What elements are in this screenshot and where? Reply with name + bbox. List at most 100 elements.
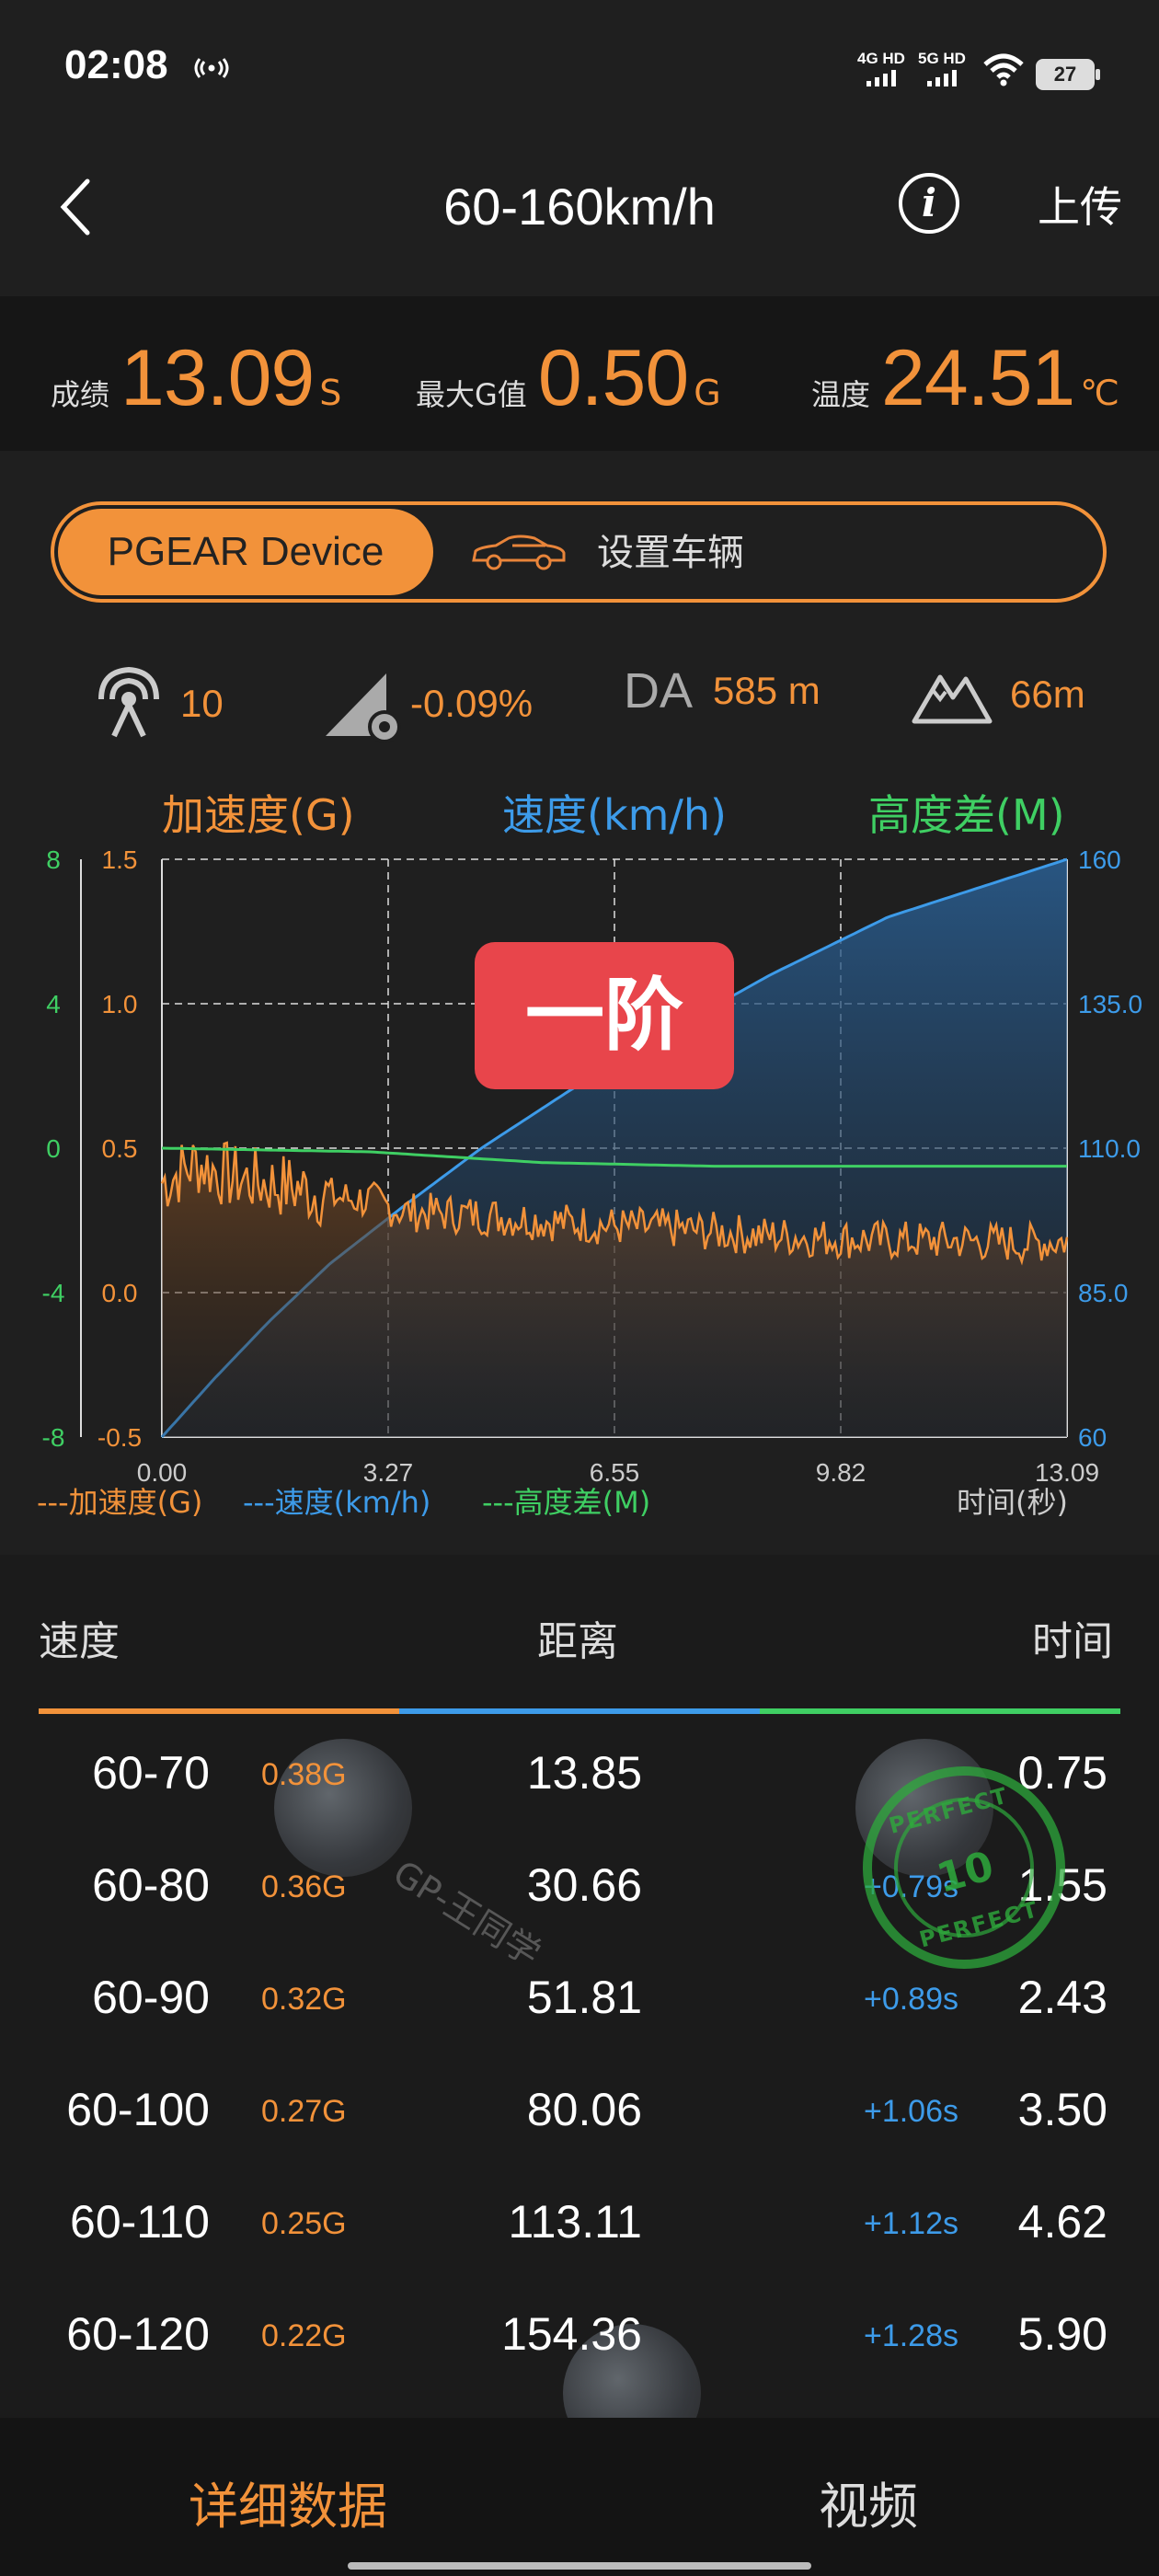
battery-icon: 27: [1036, 59, 1100, 90]
legend-speed: ---速度(km/h): [243, 1485, 431, 1520]
chart-title-accel: 加速度(G): [162, 790, 355, 840]
performance-chart: 1.5 1.0 0.5 0.0 -0.5 8 4 0 -4 -8 160 135.0 110.0 85.0…: [0, 845, 1159, 1527]
density-altitude-stat: DA 585 m: [624, 662, 820, 719]
score-label: 成绩: [51, 377, 110, 412]
satellite-antenna-icon: [98, 666, 159, 738]
page-title: 60-160km/h: [443, 178, 716, 236]
signal-4g-icon: 4G HD: [857, 50, 905, 86]
altitude-value: 66m: [1010, 673, 1085, 716]
slope-stat: -0.09%: [322, 662, 533, 745]
row-g-value: 0.36G: [261, 1869, 347, 1904]
home-indicator[interactable]: [348, 2562, 811, 2570]
tab-video[interactable]: 视频: [819, 2466, 918, 2538]
device-tab[interactable]: PGEAR Device: [58, 509, 433, 595]
score-value: 13.09: [120, 334, 315, 422]
row-distance: 51.81: [526, 1972, 642, 2023]
max-g-value: 0.50: [537, 334, 689, 422]
accel-tick-label: 0.0: [102, 1279, 138, 1307]
nav-bar: 60-160km/h i 上传: [0, 138, 1159, 294]
speed-tick-label: 60: [1078, 1423, 1107, 1452]
altitude-tick-label: -8: [42, 1423, 65, 1452]
mountain-icon: [912, 674, 993, 724]
altitude-stat: 66m: [911, 662, 1085, 727]
chart-title-altitude: 高度差(M): [868, 790, 1065, 840]
row-delta: +1.28s: [863, 2318, 958, 2353]
split-table: 速度 距离 时间 60-70 0.38G 13.85 0.75 60-80 0.36G 30…: [0, 1555, 1159, 2462]
back-button[interactable]: [42, 175, 107, 239]
table-row: 60-110 0.25G 113.11 +1.12s 4.62: [0, 2169, 1159, 2282]
temperature-item: 温度 24.51 ℃: [811, 333, 1119, 424]
speed-tick-label: 160: [1078, 846, 1121, 874]
max-g-unit: G: [694, 373, 721, 413]
row-speed: 60-80: [92, 1859, 210, 1911]
status-time: 02:08: [64, 42, 168, 87]
temperature-value: 24.51: [881, 334, 1075, 422]
legend-accel: ---加速度(G): [37, 1485, 203, 1520]
table-row: 60-100 0.27G 80.06 +1.06s 3.50: [0, 2057, 1159, 2169]
altitude-tick-label: -4: [42, 1279, 65, 1307]
satellite-stat: 10: [90, 662, 224, 745]
signal-5g-icon: 5G HD: [918, 50, 966, 86]
tab-details[interactable]: 详细数据: [189, 2466, 387, 2538]
row-distance: 113.11: [508, 2196, 642, 2248]
chart-legend: ---加速度(G) ---速度(km/h) ---高度差(M) 时间(秒): [0, 1479, 1159, 1535]
vehicle-tab[interactable]: 设置车辆: [433, 505, 1103, 599]
altitude-tick-label: 0: [46, 1134, 61, 1163]
legend-altitude: ---高度差(M): [482, 1485, 651, 1520]
da-value: 585 m: [713, 669, 820, 712]
row-distance: 154.36: [501, 2308, 642, 2360]
row-delta: +1.12s: [863, 2206, 958, 2241]
row-time: 2.43: [1017, 1972, 1107, 2023]
row-time: 3.50: [1017, 2084, 1107, 2135]
upload-button[interactable]: 上传: [1038, 177, 1122, 237]
header-time: 时间: [1032, 1618, 1113, 1665]
status-bar: 02:08 4G HD 5G HD 27: [0, 0, 1159, 138]
speed-tick-label: 110.0: [1078, 1134, 1141, 1163]
header-distance: 距离: [537, 1618, 618, 1665]
table-row: 60-120 0.22G 154.36 +1.28s 5.90: [0, 2282, 1159, 2394]
altitude-tick-label: 8: [46, 846, 61, 874]
altitude-tick-label: 4: [46, 990, 61, 1018]
satellite-count: 10: [180, 682, 224, 725]
row-distance: 80.06: [526, 2084, 642, 2135]
result-summary: 成绩 13.09 S 最大G值 0.50 G 温度 24.51 ℃: [0, 296, 1159, 451]
da-label: DA: [624, 663, 694, 719]
header-underline: [39, 1708, 1120, 1714]
speed-tick-label: 85.0: [1078, 1279, 1129, 1307]
header-speed: 速度: [39, 1618, 120, 1665]
car-icon: [468, 535, 569, 575]
device-vehicle-toggle: PGEAR Device 设置车辆: [51, 501, 1107, 603]
temperature-unit: ℃: [1080, 373, 1119, 413]
row-distance: 30.66: [526, 1859, 642, 1911]
row-g-value: 0.38G: [261, 1757, 347, 1792]
chart-title-speed: 速度(km/h): [502, 790, 727, 840]
vehicle-label: 设置车辆: [597, 532, 744, 574]
chevron-left-icon: [60, 178, 90, 236]
slope-value: -0.09%: [410, 682, 534, 725]
speed-tick-label: 135.0: [1078, 990, 1142, 1018]
row-distance: 13.85: [526, 1747, 642, 1799]
row-delta: +1.06s: [863, 2094, 958, 2129]
chart-titles: 加速度(G) 速度(km/h) 高度差(M): [0, 782, 1159, 856]
row-time: 4.62: [1017, 2196, 1107, 2248]
wifi-icon: [982, 53, 1025, 90]
accel-tick-label: 1.5: [102, 846, 138, 874]
row-speed: 60-70: [92, 1747, 210, 1799]
gear-badge: 一阶: [475, 942, 734, 1089]
net1-label: 4G HD: [857, 50, 905, 67]
accel-tick-label: 1.0: [102, 990, 138, 1018]
row-delta: +0.89s: [863, 1982, 958, 2017]
max-g-item: 最大G值 0.50 G: [416, 333, 721, 424]
x-axis-label: 时间(秒): [957, 1485, 1068, 1520]
hotspot-icon: [193, 57, 230, 83]
max-g-label: 最大G值: [416, 377, 527, 412]
info-button[interactable]: i: [899, 173, 959, 234]
accel-tick-label: -0.5: [98, 1423, 142, 1452]
row-speed: 60-90: [92, 1972, 210, 2023]
row-speed: 60-100: [66, 2084, 210, 2135]
row-g-value: 0.27G: [261, 2094, 347, 2129]
row-speed: 60-110: [70, 2196, 210, 2248]
row-time: 5.90: [1017, 2308, 1107, 2360]
score-item: 成绩 13.09 S: [51, 333, 341, 424]
row-g-value: 0.32G: [261, 1982, 347, 2017]
